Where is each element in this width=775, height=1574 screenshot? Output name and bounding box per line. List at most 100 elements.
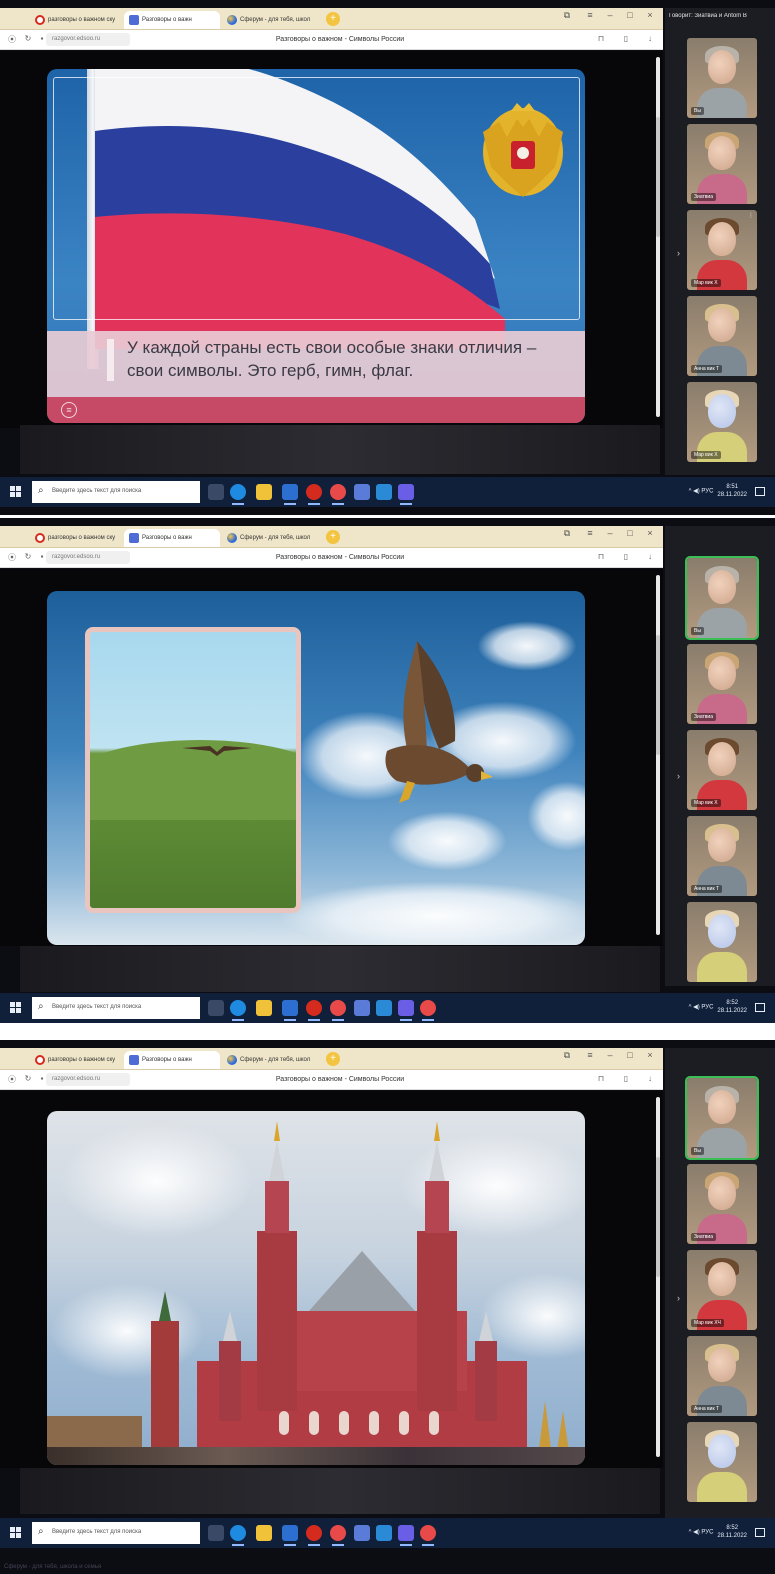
mail-icon[interactable] [376, 1000, 392, 1016]
bookmarks-icon[interactable]: ⧉ [560, 1050, 574, 1061]
edge-icon[interactable] [230, 484, 246, 505]
yandex-icon[interactable] [330, 484, 346, 505]
bookmarks-icon[interactable]: ⧉ [560, 528, 574, 539]
new-tab-icon[interactable]: + [326, 530, 340, 544]
bookmark-icon[interactable]: ⊓ [595, 34, 607, 43]
tab-opera[interactable]: разговоры о важном ску [30, 11, 122, 29]
edge-icon[interactable] [230, 1525, 246, 1546]
edge-icon[interactable] [230, 1000, 246, 1021]
monitor-icon[interactable] [282, 1525, 298, 1546]
tab-sferum[interactable]: Сферум - для тебя, школ [222, 1051, 318, 1069]
bookmark-icon[interactable]: ⊓ [595, 552, 607, 561]
yandex-icon[interactable] [420, 1525, 436, 1546]
reader-icon[interactable]: ▯ [620, 34, 632, 43]
windows-start-icon[interactable] [10, 1002, 22, 1014]
back-icon[interactable]: ⦿ [6, 552, 18, 563]
close-icon[interactable]: × [643, 528, 657, 538]
scrollbar[interactable] [656, 1097, 660, 1457]
reader-icon[interactable]: ▯ [620, 1074, 632, 1083]
participant-tile[interactable]: ⋮ Мар вик Х [687, 210, 757, 290]
back-icon[interactable]: ⦿ [6, 34, 18, 45]
menu-icon[interactable]: ≡ [583, 528, 597, 538]
participant-tile[interactable]: Зиатвиа [687, 124, 757, 204]
new-tab-icon[interactable]: + [326, 12, 340, 26]
explorer-icon[interactable] [256, 1525, 272, 1541]
yandex-icon[interactable] [330, 1000, 346, 1021]
more-icon[interactable]: ⋮ [748, 213, 754, 219]
download-icon[interactable]: ↓ [644, 552, 656, 561]
opera-taskbar-icon[interactable] [306, 484, 322, 505]
bookmarks-icon[interactable]: ⧉ [560, 10, 574, 21]
tab-sferum[interactable]: Сферум - для тебя, школ [222, 11, 318, 29]
participant-tile[interactable]: Зиатвиа [687, 1164, 757, 1244]
taskbar-search[interactable]: ⌕ Введите здесь текст для поиска [32, 997, 200, 1019]
monitor-icon[interactable] [282, 484, 298, 505]
reader-icon[interactable]: ▯ [620, 552, 632, 561]
participant-tile[interactable]: Мар вик Х [687, 730, 757, 810]
taskbar-search[interactable]: ⌕ Введите здесь текст для поиска [32, 481, 200, 503]
close-icon[interactable]: × [643, 1050, 657, 1060]
back-icon[interactable]: ⦿ [6, 1074, 18, 1085]
tab-razgovory[interactable]: Разговоры о важн [124, 11, 220, 29]
participant-tile[interactable]: Вы [687, 38, 757, 118]
tab-opera[interactable]: разговоры о важном ску [30, 1051, 122, 1069]
task-view-icon[interactable] [208, 1000, 224, 1016]
participant-tile[interactable]: Мар вик ХЧ [687, 1250, 757, 1330]
participant-tile[interactable] [687, 902, 757, 982]
menu-icon[interactable]: ≡ [583, 1050, 597, 1060]
app-icon[interactable] [354, 1000, 370, 1016]
maximize-icon[interactable]: □ [623, 528, 637, 538]
scrollbar[interactable] [656, 575, 660, 935]
reload-icon[interactable]: ↻ [22, 1074, 34, 1083]
tab-razgovory[interactable]: Разговоры о важн [124, 529, 220, 547]
windows-start-icon[interactable] [10, 486, 22, 498]
scrollbar[interactable] [656, 57, 660, 417]
participant-tile[interactable]: Анна вик Т [687, 296, 757, 376]
download-icon[interactable]: ↓ [644, 34, 656, 43]
app-icon[interactable] [398, 1525, 414, 1546]
task-view-icon[interactable] [208, 484, 224, 500]
notifications-icon[interactable] [755, 1527, 765, 1537]
monitor-icon[interactable] [282, 1000, 298, 1021]
participant-tile[interactable]: Анна вик Т [687, 816, 757, 896]
url-field[interactable]: razgovor.edsoo.ru [46, 33, 130, 46]
explorer-icon[interactable] [256, 1000, 272, 1016]
system-tray[interactable]: ^ ◀) РУС8:52 28.11.2022 [689, 999, 765, 1015]
participant-tile[interactable]: Вы [685, 556, 759, 640]
participant-tile[interactable]: Анна вик Т [687, 1336, 757, 1416]
minimize-icon[interactable]: – [603, 1050, 617, 1060]
collapse-chevron-icon[interactable]: › [677, 1293, 680, 1303]
participant-tile[interactable]: Зиатвиа [687, 644, 757, 724]
download-icon[interactable]: ↓ [644, 1074, 656, 1083]
reload-icon[interactable]: ↻ [22, 552, 34, 561]
minimize-icon[interactable]: – [603, 10, 617, 20]
explorer-icon[interactable] [256, 484, 272, 500]
maximize-icon[interactable]: □ [623, 10, 637, 20]
app-icon[interactable] [398, 1000, 414, 1021]
participant-tile[interactable]: Вы [685, 1076, 759, 1160]
close-icon[interactable]: × [643, 10, 657, 20]
bookmark-icon[interactable]: ⊓ [595, 1074, 607, 1083]
mail-icon[interactable] [376, 484, 392, 500]
new-tab-icon[interactable]: + [326, 1052, 340, 1066]
yandex-icon[interactable] [420, 1000, 436, 1021]
reload-icon[interactable]: ↻ [22, 34, 34, 43]
opera-taskbar-icon[interactable] [306, 1525, 322, 1546]
minimize-icon[interactable]: – [603, 528, 617, 538]
app-icon[interactable] [354, 1525, 370, 1541]
collapse-chevron-icon[interactable]: › [677, 771, 680, 781]
participant-tile[interactable] [687, 1422, 757, 1502]
collapse-chevron-icon[interactable]: › [677, 248, 680, 258]
app-icon[interactable] [398, 484, 414, 505]
taskbar-search[interactable]: ⌕ Введите здесь текст для поиска [32, 1522, 200, 1544]
task-view-icon[interactable] [208, 1525, 224, 1541]
notifications-icon[interactable] [755, 486, 765, 496]
url-field[interactable]: razgovor.edsoo.ru [46, 551, 130, 564]
app-icon[interactable] [354, 484, 370, 500]
mail-icon[interactable] [376, 1525, 392, 1541]
windows-start-icon[interactable] [10, 1527, 22, 1539]
tab-sferum[interactable]: Сферум - для тебя, школ [222, 529, 318, 547]
tab-razgovory[interactable]: Разговоры о важн [124, 1051, 220, 1069]
notifications-icon[interactable] [755, 1002, 765, 1012]
maximize-icon[interactable]: □ [623, 1050, 637, 1060]
